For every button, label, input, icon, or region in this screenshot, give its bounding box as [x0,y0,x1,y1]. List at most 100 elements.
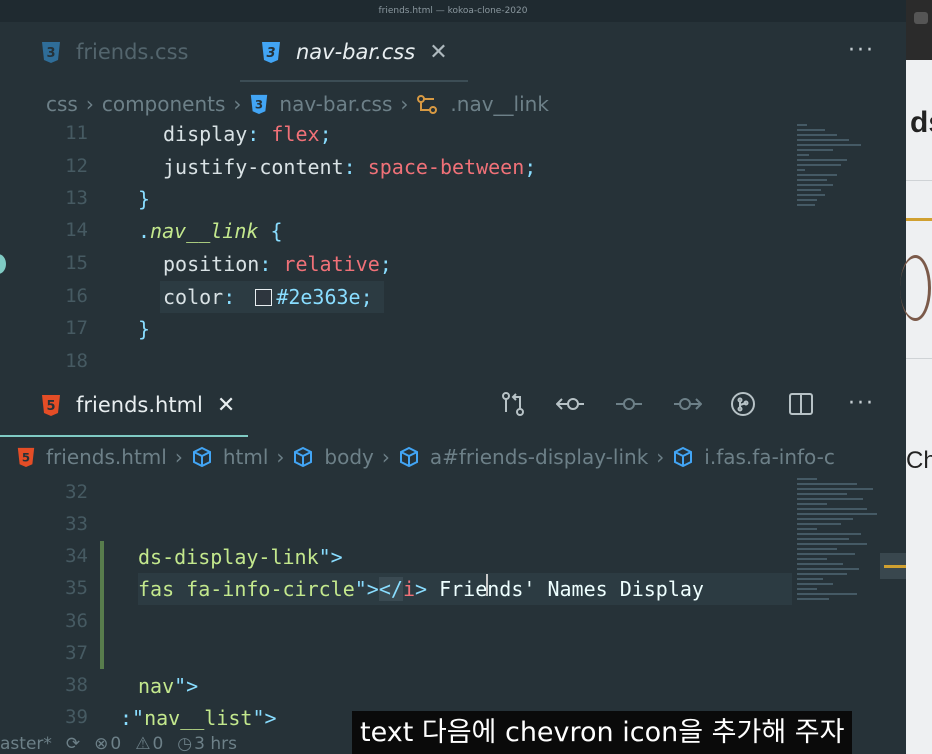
more-actions-icon[interactable]: ··· [848,391,875,416]
warning-icon[interactable]: ⚠ [135,734,150,754]
compare-changes-icon[interactable] [498,389,528,419]
top-tab-bar: 3 friends.css 3 nav-bar.css ✕ ··· [0,22,906,82]
more-actions-icon[interactable]: ··· [848,38,875,63]
tag-name: i [402,577,415,601]
cube-icon [398,446,420,468]
text-content: Friends' Names Display [427,577,704,601]
line-number: 36 [65,610,88,632]
breadcrumb-item[interactable]: body [324,445,373,469]
breadcrumb-item[interactable]: .nav__link [450,92,549,116]
punct: > [414,577,428,601]
external-browser-strip: ds Ch [900,0,932,754]
css-value: flex [271,122,320,146]
breadcrumb-item[interactable]: components [102,92,226,116]
svg-text:3: 3 [266,46,275,61]
line-number: 14 [65,219,88,241]
line-number: 17 [65,317,88,339]
browser-text: Ch [906,447,932,474]
line-number: 15 [65,252,88,274]
tab-label: friends.css [76,40,189,64]
punct: ; [379,252,392,276]
css-value: #2e363e [276,285,361,309]
line-number: 11 [65,122,88,144]
punct: : [223,285,248,309]
punct: "> [354,577,379,601]
line-number: 34 [65,545,88,567]
code-line[interactable]: } [138,313,150,345]
chevron-right-icon: › [85,92,94,116]
brace: } [138,187,151,211]
tab-friends-css[interactable]: 3 friends.css [38,22,188,82]
breadcrumb-top: css › components › 3 nav-bar.css › .nav_… [46,86,549,122]
line-number: 12 [65,155,88,177]
sync-icon[interactable]: ⟳ [66,734,80,754]
code-line[interactable]: fas fa-info-circle "> </i > Friends' Names … [138,573,704,605]
css-value: space-between [367,155,525,179]
css-value: relative [283,252,380,276]
html-file-icon: 5 [38,392,64,418]
color-swatch-icon[interactable] [255,288,273,306]
code-line[interactable]: ds-display-link "> [138,541,343,573]
clock-icon: ◷ [177,734,193,754]
line-number: 18 [65,350,88,372]
chevron-right-icon: › [276,445,285,469]
error-count: 0 [110,734,122,754]
code-line[interactable]: . nav__link { [138,215,283,247]
branch-name[interactable]: aster* [0,734,52,754]
breadcrumb-item[interactable]: html [223,445,269,469]
minimap-top[interactable] [797,124,877,209]
window-title: friends.html — kokoa-clone-2020 [0,0,906,22]
code-line[interactable]: justify-content: space-between; [163,151,536,183]
code-line[interactable]: } [138,183,150,215]
chevron-right-icon: › [381,445,390,469]
close-icon[interactable]: ✕ [429,40,447,65]
code-line[interactable]: nav "> [138,670,198,702]
code-line[interactable]: position: relative; [163,248,392,280]
minimap-bottom[interactable] [797,478,877,603]
breadcrumb-item[interactable]: css [46,92,78,116]
punct: "> [318,545,343,569]
window-button[interactable] [914,12,928,24]
svg-text:5: 5 [22,451,30,465]
css-property: position [163,252,260,276]
punct: "> [174,674,199,698]
tab-friends-html[interactable]: 5 friends.html ✕ [38,375,235,435]
punct: :" [120,706,145,730]
punct: . [138,219,151,243]
next-change-icon[interactable] [672,389,702,419]
punct: : [247,122,272,146]
punct: : [259,252,284,276]
avatar [900,255,931,321]
git-commit-icon[interactable] [614,389,644,419]
chevron-right-icon: › [656,445,665,469]
punct: ; [319,122,332,146]
git-graph-icon[interactable] [728,389,758,419]
breadcrumb-item[interactable]: nav-bar.css [279,92,392,116]
line-number: 32 [65,481,88,503]
css-selector: nav__link [150,219,259,243]
punct: "> [252,706,277,730]
chevron-right-icon: › [174,445,183,469]
line-number: 38 [65,674,88,696]
minimap-marker [884,565,906,568]
code-line[interactable]: :" nav__list "> [120,702,277,734]
breadcrumb-item[interactable]: friends.html [46,445,167,469]
previous-change-icon[interactable] [556,389,586,419]
tab-nav-bar-css[interactable]: 3 nav-bar.css ✕ [258,22,448,82]
punct: ; [360,285,373,309]
html-file-icon: 5 [16,446,36,468]
brace: { [258,219,283,243]
code-line[interactable]: color: #2e363e; [163,281,373,313]
code-line[interactable]: display: flex; [163,118,332,150]
attr-value: fas fa-info-circle [138,577,355,601]
split-editor-icon[interactable] [786,389,816,419]
chevron-right-icon: › [400,92,409,116]
line-number: 39 [65,706,88,728]
breadcrumb-item[interactable]: a#friends-display-link [430,445,648,469]
attr-value: nav [138,674,175,698]
breadcrumb-item[interactable]: i.fas.fa-info-c [704,445,835,469]
close-icon[interactable]: ✕ [217,393,235,418]
line-number: 35 [65,577,88,599]
brace: } [138,317,151,341]
error-icon[interactable]: ⊗ [94,734,108,754]
